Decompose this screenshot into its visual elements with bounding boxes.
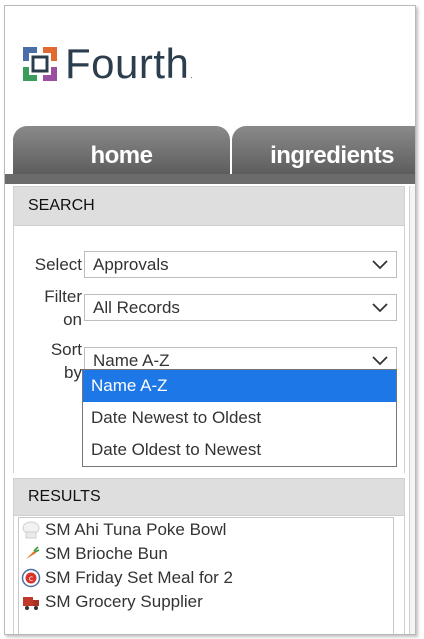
trademark-mark: . (190, 71, 193, 80)
results-list: SM Ahi Tuna Poke Bowl SM Brioche Bun c S… (18, 517, 394, 634)
chevron-down-icon (372, 260, 388, 270)
list-item-label: SM Grocery Supplier (45, 592, 203, 611)
list-item[interactable]: SM Brioche Bun (19, 542, 393, 566)
set-meal-icon: c (20, 567, 42, 589)
select-dropdown[interactable]: Approvals (84, 251, 397, 278)
svg-text:c: c (29, 574, 33, 583)
select-row: Select Approvals (14, 251, 404, 278)
content-pane-edge (409, 186, 415, 634)
sort-option-name-az[interactable]: Name A-Z (83, 370, 396, 402)
chef-hat-icon (20, 519, 42, 541)
fourth-logo-text: Fourth (65, 40, 190, 87)
chevron-down-icon (372, 303, 388, 313)
chevron-down-icon (372, 356, 388, 366)
filter-label-line2: on (63, 310, 82, 329)
sort-dropdown-value: Name A-Z (93, 351, 170, 370)
fourth-logo: Fourth . (21, 42, 193, 86)
sort-option-date-newest[interactable]: Date Newest to Oldest (83, 402, 396, 434)
list-item[interactable]: SM Grocery Supplier (19, 590, 393, 614)
main-tabs: home ingredients (13, 126, 415, 174)
tab-home[interactable]: home (13, 126, 230, 174)
filter-dropdown-value: All Records (93, 298, 180, 317)
filter-dropdown[interactable]: All Records (84, 294, 397, 321)
supplier-truck-icon (20, 591, 42, 613)
tab-ingredients[interactable]: ingredients (232, 126, 415, 174)
list-item-label: SM Friday Set Meal for 2 (45, 568, 234, 587)
tab-bar-strip (5, 174, 415, 184)
search-panel-title: SEARCH (14, 187, 404, 226)
list-item[interactable]: SM Ahi Tuna Poke Bowl (19, 518, 393, 542)
results-panel-title: RESULTS (14, 479, 404, 516)
fourth-logo-icon (23, 47, 57, 81)
select-label: Select (34, 255, 82, 274)
app-window: Fourth . home ingredients SEARCH Select … (4, 5, 416, 635)
list-item-label: SM Ahi Tuna Poke Bowl (45, 520, 227, 539)
sort-option-date-oldest[interactable]: Date Oldest to Newest (83, 434, 396, 466)
sort-label-line2: by (64, 363, 82, 382)
filter-row: Filter on All Records (14, 285, 404, 331)
filter-label-line1: Filter (44, 287, 82, 306)
list-item-label: SM Brioche Bun (45, 544, 168, 563)
carrot-icon (20, 543, 42, 565)
list-item[interactable]: c SM Friday Set Meal for 2 (19, 566, 393, 590)
sort-options-list: Name A-Z Date Newest to Oldest Date Olde… (82, 369, 397, 467)
results-panel: RESULTS SM Ahi Tuna Poke Bowl SM Brioche… (13, 478, 405, 634)
sort-label-line1: Sort (50, 340, 82, 359)
select-dropdown-value: Approvals (93, 255, 169, 274)
